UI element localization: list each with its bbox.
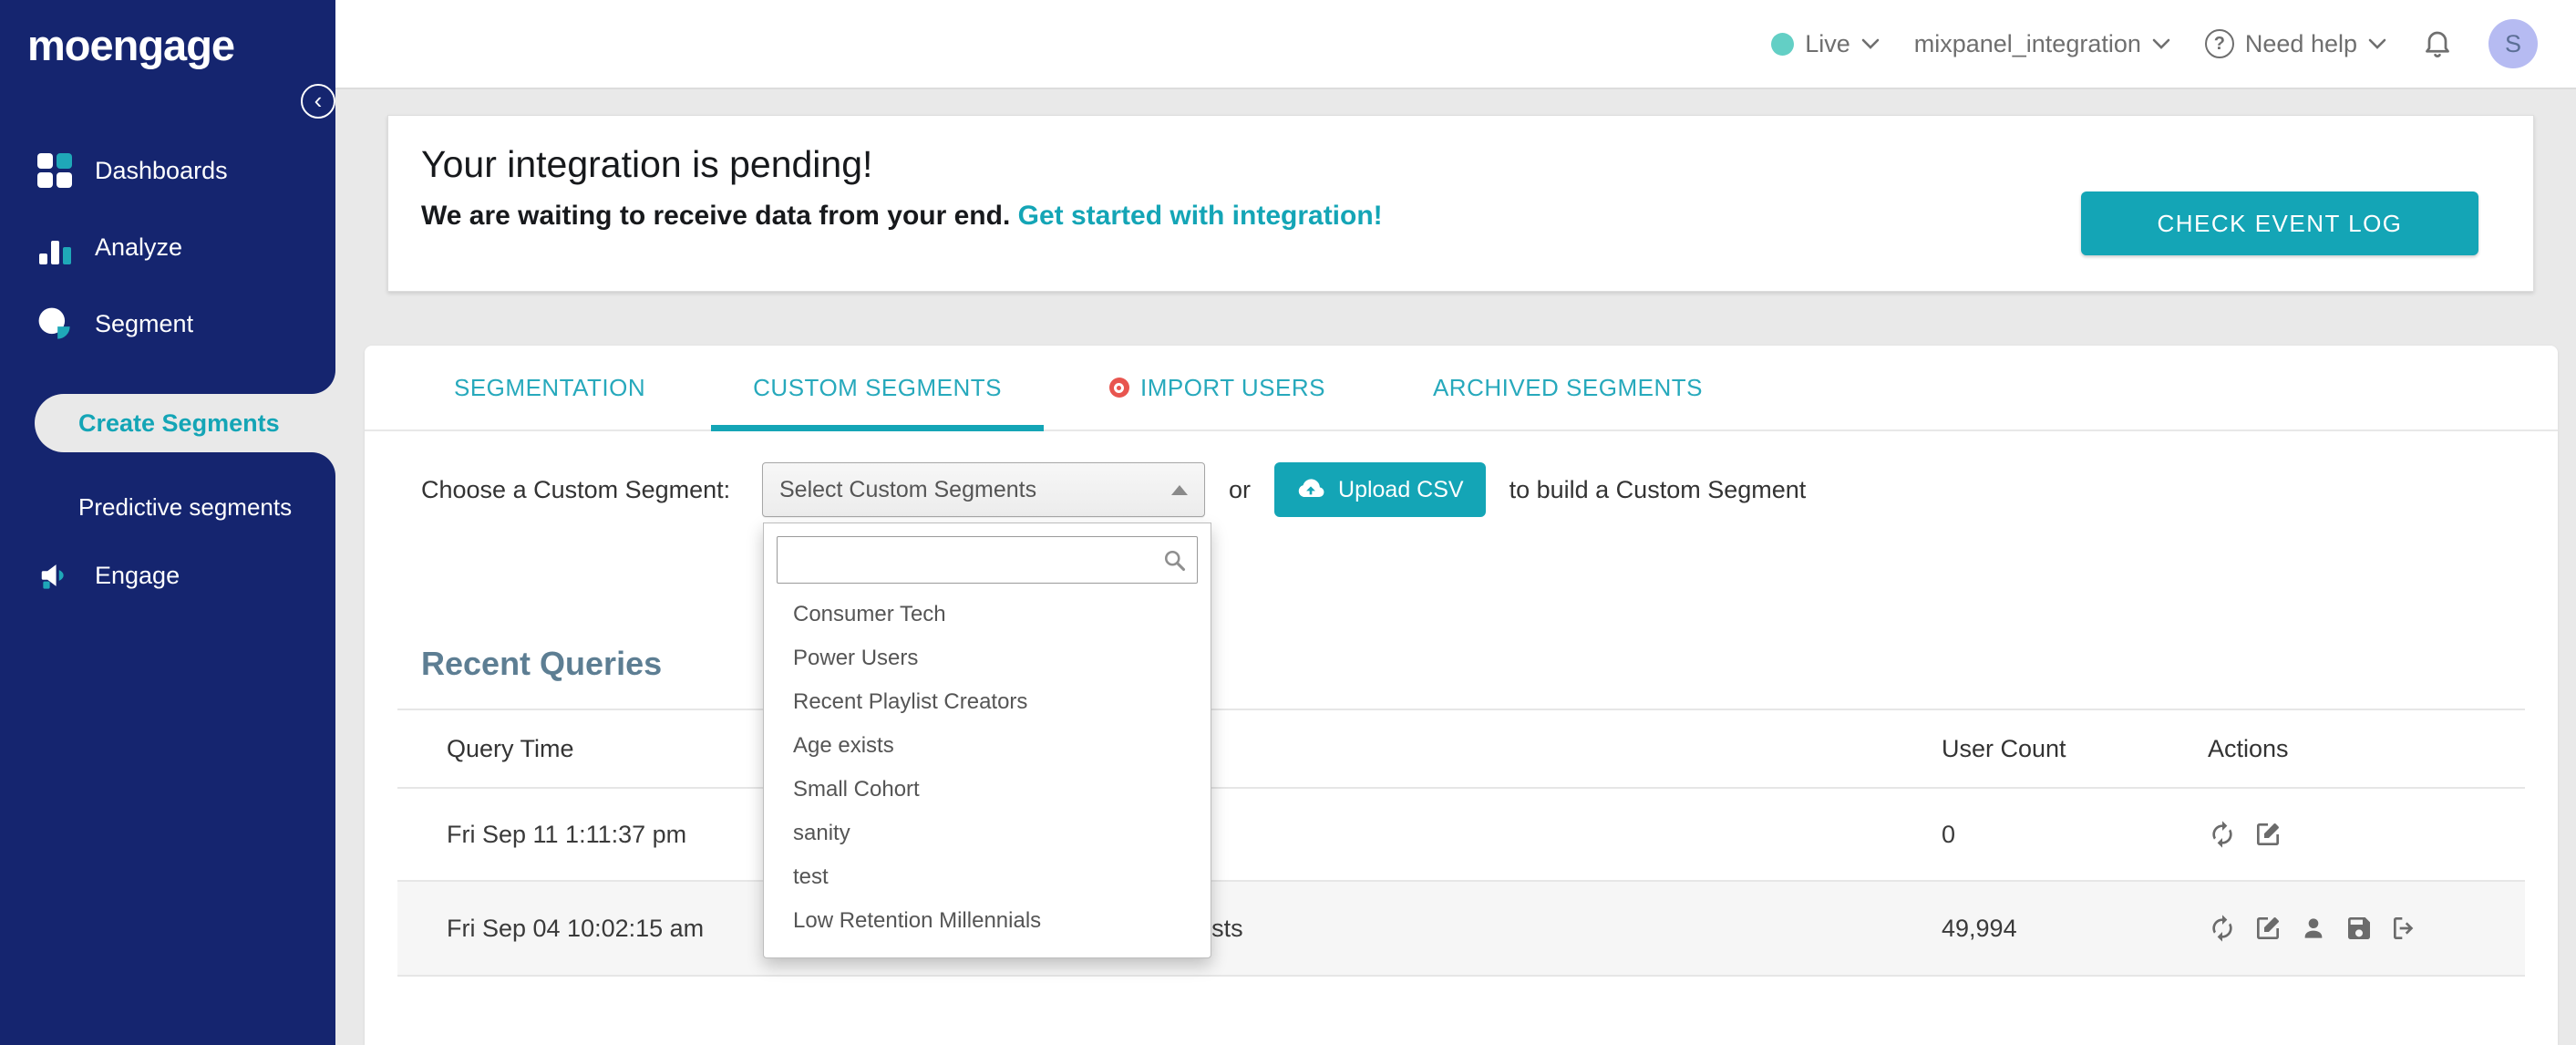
custom-segments-dropdown: Consumer Tech Power Users Recent Playlis… bbox=[763, 522, 1211, 958]
user-count-cell: 49,994 bbox=[1942, 914, 2017, 942]
custom-segment-chooser: Choose a Custom Segment: Select Custom S… bbox=[421, 462, 2558, 517]
tab-label: IMPORT USERS bbox=[1139, 373, 1325, 401]
chevron-down-icon bbox=[1861, 38, 1880, 49]
integration-pending-banner: Your integration is pending! We are wait… bbox=[387, 115, 2534, 292]
recent-queries-heading: Recent Queries bbox=[421, 645, 663, 682]
refresh-icon[interactable] bbox=[2208, 820, 2237, 849]
edit-icon[interactable] bbox=[2253, 914, 2282, 943]
sidebar-item-analyze[interactable]: Analyze bbox=[0, 217, 335, 277]
export-icon[interactable] bbox=[2390, 914, 2419, 943]
avatar-initial: S bbox=[2504, 29, 2521, 57]
column-header-user-count: User Count bbox=[1942, 734, 2066, 762]
sidebar-item-predictive-segments[interactable]: Predictive segments bbox=[0, 481, 335, 533]
user-count-cell: 0 bbox=[1942, 820, 1956, 848]
column-header-actions: Actions bbox=[2208, 734, 2289, 762]
sidebar-collapse-button[interactable]: ‹ bbox=[301, 84, 335, 119]
check-event-log-button[interactable]: CHECK EVENT LOG bbox=[2081, 191, 2478, 255]
need-help-label: Need help bbox=[2244, 29, 2357, 57]
segment-tabs: SEGMENTATION CUSTOM SEGMENTS IMPORT USER… bbox=[365, 346, 2558, 431]
sidebar-item-label: Create Segments bbox=[78, 409, 280, 437]
sidebar-item-label: Analyze bbox=[95, 233, 183, 261]
tab-label: SEGMENTATION bbox=[454, 373, 646, 401]
actions-cell bbox=[2208, 820, 2525, 849]
banner-subtitle-text: We are waiting to receive data from your… bbox=[421, 201, 1011, 231]
upload-csv-label: Upload CSV bbox=[1338, 476, 1464, 502]
segment-pie-icon bbox=[36, 305, 73, 342]
sidebar-item-label: Segment bbox=[95, 309, 194, 337]
sidebar-item-label: Engage bbox=[95, 561, 180, 589]
refresh-icon[interactable] bbox=[2208, 914, 2237, 943]
project-switcher[interactable]: mixpanel_integration bbox=[1914, 30, 2170, 58]
sidebar: moengage ‹ Dashboards Analyze Segment Cr… bbox=[0, 0, 335, 1045]
dropdown-option[interactable]: Low Retention Millennials bbox=[764, 899, 1211, 943]
sidebar-item-segment[interactable]: Segment bbox=[0, 294, 335, 354]
moengage-logo: moengage bbox=[27, 21, 235, 69]
chevron-down-icon bbox=[2152, 38, 2170, 49]
tab-custom-segments[interactable]: CUSTOM SEGMENTS bbox=[711, 346, 1044, 431]
tab-import-users[interactable]: IMPORT USERS bbox=[1108, 346, 1325, 429]
project-name: mixpanel_integration bbox=[1913, 29, 2141, 57]
get-started-link[interactable]: Get started with integration! bbox=[1018, 201, 1383, 231]
sidebar-item-label: Predictive segments bbox=[78, 492, 293, 521]
actions-cell bbox=[2208, 914, 2525, 943]
recent-queries-table: Query Time User Count Actions Fri Sep 11… bbox=[397, 710, 2525, 977]
user-icon[interactable] bbox=[2299, 914, 2328, 943]
dropdown-option[interactable]: Small Cohort bbox=[764, 768, 1211, 812]
analyze-barchart-icon bbox=[36, 229, 73, 265]
banner-title: Your integration is pending! bbox=[421, 143, 873, 185]
chooser-label: Choose a Custom Segment: bbox=[421, 475, 731, 503]
sidebar-item-dashboards[interactable]: Dashboards bbox=[0, 140, 335, 201]
live-label: Live bbox=[1805, 29, 1850, 57]
sidebar-item-create-segments[interactable]: Create Segments bbox=[35, 394, 335, 452]
sidebar-curve bbox=[0, 452, 335, 476]
sidebar-item-label: Dashboards bbox=[95, 156, 228, 184]
table-row: Fri Sep 04 10:02:15 am Users in custom s… bbox=[397, 882, 2525, 977]
dropdown-option[interactable]: Age exists bbox=[764, 724, 1211, 768]
dashboards-grid-icon bbox=[36, 152, 73, 189]
edit-icon[interactable] bbox=[2253, 820, 2282, 849]
upload-csv-button[interactable]: Upload CSV bbox=[1274, 462, 1486, 517]
select-value: Select Custom Segments bbox=[779, 476, 1037, 502]
user-avatar[interactable]: S bbox=[2488, 19, 2538, 68]
dropdown-option[interactable]: Consumer Tech bbox=[764, 593, 1211, 636]
save-icon[interactable] bbox=[2344, 914, 2374, 943]
or-label: or bbox=[1229, 475, 1252, 503]
dropdown-option[interactable]: Power Users bbox=[764, 636, 1211, 680]
table-header-row: Query Time User Count Actions bbox=[397, 710, 2525, 789]
engage-megaphone-icon bbox=[36, 557, 73, 594]
chooser-suffix: to build a Custom Segment bbox=[1509, 475, 1807, 503]
notifications-bell-icon[interactable] bbox=[2421, 27, 2454, 60]
import-users-dot-icon bbox=[1108, 378, 1129, 398]
environment-switcher[interactable]: Live bbox=[1771, 30, 1880, 58]
segments-panel: SEGMENTATION CUSTOM SEGMENTS IMPORT USER… bbox=[365, 346, 2558, 1045]
live-status-dot-icon bbox=[1771, 32, 1795, 56]
dropdown-option[interactable]: test bbox=[764, 855, 1211, 899]
custom-segments-select[interactable]: Select Custom Segments bbox=[762, 462, 1205, 517]
chevron-down-icon bbox=[2368, 38, 2386, 49]
dropdown-option[interactable]: Recent Playlist Creators bbox=[764, 680, 1211, 724]
sidebar-curve bbox=[0, 370, 335, 394]
dropdown-option[interactable]: sanity bbox=[764, 812, 1211, 855]
dropdown-search-input[interactable] bbox=[777, 536, 1198, 584]
table-row: Fri Sep 11 1:11:37 pm 0 bbox=[397, 789, 2525, 882]
tab-label: CUSTOM SEGMENTS bbox=[753, 373, 1002, 401]
search-icon bbox=[1164, 550, 1186, 572]
select-arrow-up-icon bbox=[1171, 484, 1188, 495]
cloud-upload-icon bbox=[1298, 479, 1324, 497]
question-mark-icon: ? bbox=[2204, 29, 2234, 58]
dropdown-search bbox=[777, 536, 1198, 584]
tab-label: ARCHIVED SEGMENTS bbox=[1432, 373, 1703, 401]
tab-segmentation[interactable]: SEGMENTATION bbox=[454, 346, 645, 429]
sidebar-item-engage[interactable]: Engage bbox=[0, 545, 335, 605]
top-bar: Live mixpanel_integration ? Need help S bbox=[335, 0, 2576, 89]
need-help-menu[interactable]: ? Need help bbox=[2204, 29, 2386, 58]
tab-archived-segments[interactable]: ARCHIVED SEGMENTS bbox=[1433, 346, 1703, 429]
